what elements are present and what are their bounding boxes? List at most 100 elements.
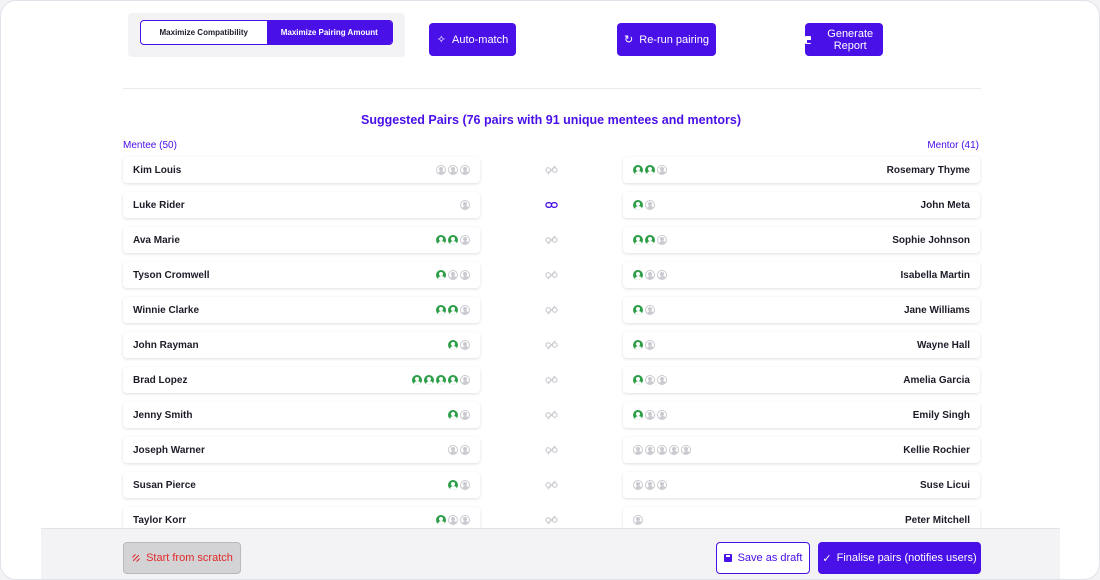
user-outline-icon — [460, 375, 470, 385]
mentee-name: Kim Louis — [133, 164, 182, 176]
mentee-name: Taylor Korr — [133, 514, 187, 526]
maximize-pairing-amount-option[interactable]: Maximize Pairing Amount — [266, 21, 392, 44]
user-outline-icon — [448, 445, 458, 455]
unlink-icon[interactable] — [545, 164, 558, 176]
user-outline-icon — [460, 165, 470, 175]
mentor-card[interactable]: Jane Williams — [623, 297, 980, 323]
finalise-pairs-button[interactable]: ✓ Finalise pairs (notifies users) — [818, 542, 981, 574]
mentee-name: Luke Rider — [133, 199, 185, 211]
mentor-name: John Meta — [920, 199, 970, 211]
mentor-avatar-group — [633, 305, 655, 315]
report-icon — [805, 35, 812, 44]
refresh-icon: ↻ — [624, 34, 634, 46]
mentor-card[interactable]: John Meta — [623, 192, 980, 218]
user-filled-icon — [645, 235, 655, 245]
unlink-icon[interactable] — [545, 269, 558, 281]
mentee-name: Susan Pierce — [133, 479, 196, 491]
auto-match-button[interactable]: ✧ Auto-match — [429, 23, 516, 56]
mentor-name: Rosemary Thyme — [886, 164, 970, 176]
user-filled-icon — [633, 200, 643, 210]
pair-row: Luke Rider John Meta — [1, 192, 1099, 218]
link-icon[interactable] — [545, 199, 558, 211]
mentee-name: Jenny Smith — [133, 409, 193, 421]
mentee-name: Joseph Warner — [133, 444, 205, 456]
mentee-avatar-group — [460, 200, 470, 210]
user-filled-icon — [436, 375, 446, 385]
mentee-card[interactable]: Joseph Warner — [123, 437, 480, 463]
unlink-icon[interactable] — [545, 234, 558, 246]
user-outline-icon — [645, 305, 655, 315]
pair-row: Brad Lopez Amelia Garcia — [1, 367, 1099, 393]
mentor-name: Sophie Johnson — [892, 234, 970, 246]
user-outline-icon — [460, 305, 470, 315]
mode-toggle: Maximize Compatibility Maximize Pairing … — [140, 20, 393, 45]
mentor-name: Isabella Martin — [900, 269, 970, 281]
user-outline-icon — [645, 270, 655, 280]
mentee-card[interactable]: Jenny Smith — [123, 402, 480, 428]
suggested-pairs-title: Suggested Pairs (76 pairs with 91 unique… — [361, 113, 741, 127]
pair-row: Jenny Smith Emily Singh — [1, 402, 1099, 428]
mentor-name: Emily Singh — [912, 409, 970, 421]
mentor-card[interactable]: Emily Singh — [623, 402, 980, 428]
mentee-card[interactable]: Ava Marie — [123, 227, 480, 253]
user-outline-icon — [460, 480, 470, 490]
mentor-avatar-group — [633, 235, 667, 245]
user-outline-icon — [436, 165, 446, 175]
mentor-avatar-group — [633, 410, 667, 420]
mentor-card[interactable]: Kellie Rochier — [623, 437, 980, 463]
mentee-card[interactable]: Susan Pierce — [123, 472, 480, 498]
user-outline-icon — [657, 235, 667, 245]
user-filled-icon — [436, 270, 446, 280]
mentee-card[interactable]: Brad Lopez — [123, 367, 480, 393]
user-filled-icon — [412, 375, 422, 385]
mentee-card[interactable]: Winnie Clarke — [123, 297, 480, 323]
unlink-icon[interactable] — [545, 514, 558, 526]
save-as-draft-button[interactable]: Save as draft — [716, 542, 810, 574]
generate-report-button[interactable]: Generate Report — [805, 23, 883, 56]
mentor-card[interactable]: Isabella Martin — [623, 262, 980, 288]
mentee-card[interactable]: John Rayman — [123, 332, 480, 358]
rerun-pairing-button[interactable]: ↻ Re-run pairing — [617, 23, 716, 56]
mentor-avatar-group — [633, 445, 691, 455]
mentee-card[interactable]: Luke Rider — [123, 192, 480, 218]
user-filled-icon — [436, 235, 446, 245]
pair-row: Winnie Clarke Jane Williams — [1, 297, 1099, 323]
user-outline-icon — [669, 445, 679, 455]
user-outline-icon — [645, 340, 655, 350]
unlink-icon[interactable] — [545, 304, 558, 316]
maximize-compatibility-option[interactable]: Maximize Compatibility — [141, 21, 267, 44]
user-outline-icon — [448, 165, 458, 175]
user-filled-icon — [448, 480, 458, 490]
mentee-avatar-group — [448, 340, 470, 350]
floppy-disk-icon — [723, 554, 732, 562]
mentor-card[interactable]: Suse Licui — [623, 472, 980, 498]
divider — [123, 88, 981, 89]
mentee-avatar-group — [436, 165, 470, 175]
mentee-card[interactable]: Tyson Cromwell — [123, 262, 480, 288]
unlink-icon[interactable] — [545, 444, 558, 456]
rerun-pairing-label: Re-run pairing — [639, 33, 709, 46]
mentor-card[interactable]: Rosemary Thyme — [623, 157, 980, 183]
mentor-avatar-group — [633, 375, 667, 385]
mentee-card[interactable]: Kim Louis — [123, 157, 480, 183]
user-filled-icon — [448, 410, 458, 420]
unlink-icon[interactable] — [545, 409, 558, 421]
user-outline-icon — [657, 270, 667, 280]
unlink-icon[interactable] — [545, 374, 558, 386]
generate-report-label: Generate Report — [827, 27, 874, 52]
user-filled-icon — [633, 165, 643, 175]
user-filled-icon — [633, 270, 643, 280]
pair-row: Ava Marie Sophie Johnson — [1, 227, 1099, 253]
mentor-card[interactable]: Sophie Johnson — [623, 227, 980, 253]
user-outline-icon — [645, 480, 655, 490]
start-from-scratch-button[interactable]: Start from scratch — [123, 542, 241, 574]
user-outline-icon — [657, 375, 667, 385]
user-outline-icon — [645, 200, 655, 210]
mentor-card[interactable]: Amelia Garcia — [623, 367, 980, 393]
mentor-column-header: Mentor (41) — [927, 140, 979, 151]
unlink-icon[interactable] — [545, 339, 558, 351]
user-outline-icon — [657, 445, 667, 455]
unlink-icon[interactable] — [545, 479, 558, 491]
user-outline-icon — [645, 375, 655, 385]
mentor-card[interactable]: Wayne Hall — [623, 332, 980, 358]
